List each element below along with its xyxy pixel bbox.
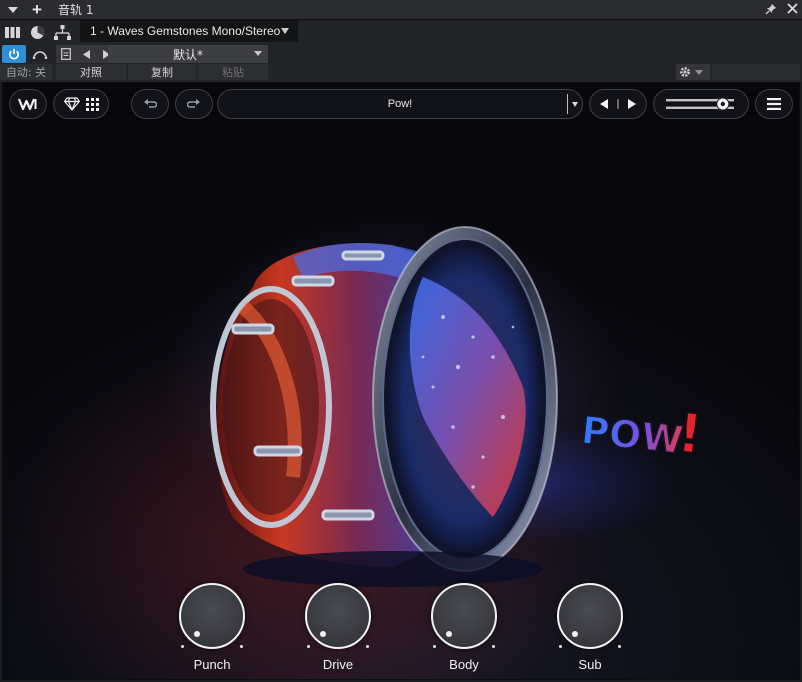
mixer-icon[interactable] <box>0 21 25 43</box>
knob-max-tick <box>618 645 621 648</box>
gemstones-plugin: Pow! POW ! Punch Drive Body Sub <box>2 82 800 680</box>
output-level-icon <box>666 97 734 111</box>
sub-knob[interactable] <box>557 583 623 649</box>
svg-text:!: ! <box>674 401 705 466</box>
hamburger-icon <box>767 98 781 110</box>
host-plugin-header: 1 - Waves Gemstones Mono/Stereo 默认* 自动: … <box>0 20 802 82</box>
track-selector-label: 1 - Waves Gemstones Mono/Stereo <box>90 24 281 38</box>
track-selector[interactable]: 1 - Waves Gemstones Mono/Stereo <box>80 20 298 42</box>
waves-logo-icon <box>18 98 37 111</box>
power-icon <box>9 48 19 60</box>
preset-selector[interactable]: Pow! <box>217 89 583 119</box>
punch-knob-group: Punch <box>177 583 247 679</box>
undo-button[interactable] <box>131 89 169 119</box>
drive-knob[interactable] <box>305 583 371 649</box>
pow-artwork-text: POW ! <box>578 400 706 467</box>
next-icon[interactable] <box>627 99 636 109</box>
paste-button[interactable]: 粘贴 <box>198 64 268 80</box>
host-preset-name: 默认* <box>172 47 203 62</box>
automation-status[interactable]: 自动: 关 <box>0 64 52 80</box>
host-titlebar: + 音轨 1 <box>0 0 802 20</box>
sub-knob-group: Sub <box>555 583 625 679</box>
diamond-icon <box>63 97 80 111</box>
knob-pointer <box>572 631 578 637</box>
waves-logo-button[interactable] <box>9 89 47 119</box>
chevron-down-icon <box>281 28 289 34</box>
gem-browser-button[interactable] <box>53 89 109 119</box>
knob-max-tick <box>366 645 369 648</box>
automation-arc-icon <box>32 51 48 59</box>
body-label: Body <box>449 657 479 672</box>
compare-button[interactable]: 对照 <box>56 64 126 80</box>
drum-artwork: POW ! <box>210 226 706 587</box>
preset-divider <box>567 94 568 114</box>
menu-button[interactable] <box>755 89 793 119</box>
body-knob[interactable] <box>431 583 497 649</box>
window-menu-icon[interactable] <box>0 0 26 20</box>
preset-file-icon[interactable] <box>56 45 76 63</box>
prev-preset-icon[interactable] <box>76 45 96 63</box>
knob-min-tick <box>433 645 436 648</box>
settings-button[interactable] <box>676 64 710 80</box>
power-button[interactable] <box>2 45 26 63</box>
settings-field <box>712 64 800 80</box>
drive-label: Drive <box>322 657 354 672</box>
host-preset-selector[interactable]: 默认* <box>108 45 268 63</box>
host-preset-bar: 默认* <box>56 45 268 63</box>
redo-icon <box>187 99 200 108</box>
window-title: 音轨 1 <box>58 3 94 17</box>
punch-knob[interactable] <box>179 583 245 649</box>
preset-nav <box>589 89 647 119</box>
svg-text:POW: POW <box>579 408 685 462</box>
knob-max-tick <box>240 645 243 648</box>
prev-icon[interactable] <box>600 99 609 109</box>
output-slider[interactable] <box>653 89 749 119</box>
knob-pointer <box>194 631 200 637</box>
knob-min-tick <box>181 645 184 648</box>
drive-knob-group: Drive <box>303 583 373 679</box>
grid-icon <box>85 97 99 111</box>
knob-pointer <box>446 631 452 637</box>
routing-icon[interactable] <box>50 21 75 43</box>
chevron-down-icon <box>695 69 703 75</box>
chevron-down-icon[interactable] <box>572 102 578 107</box>
body-knob-group: Body <box>429 583 499 679</box>
knob-max-tick <box>492 645 495 648</box>
undo-icon <box>144 99 157 108</box>
automation-button[interactable] <box>28 45 52 63</box>
knob-pointer <box>320 631 326 637</box>
nav-divider <box>617 99 619 109</box>
add-button[interactable]: + <box>26 0 48 20</box>
plugin-toolbar: Pow! <box>3 83 799 127</box>
gear-icon <box>680 67 690 77</box>
knob-min-tick <box>559 645 562 648</box>
knob-min-tick <box>307 645 310 648</box>
chevron-down-icon <box>254 51 262 56</box>
close-icon[interactable] <box>787 3 798 17</box>
copy-button[interactable]: 复制 <box>128 64 196 80</box>
pin-icon[interactable] <box>765 3 777 18</box>
preset-name: Pow! <box>387 98 413 110</box>
punch-label: Punch <box>193 657 231 672</box>
sub-label: Sub <box>578 657 602 672</box>
redo-button[interactable] <box>175 89 213 119</box>
meter-dial-icon[interactable] <box>25 21 50 43</box>
